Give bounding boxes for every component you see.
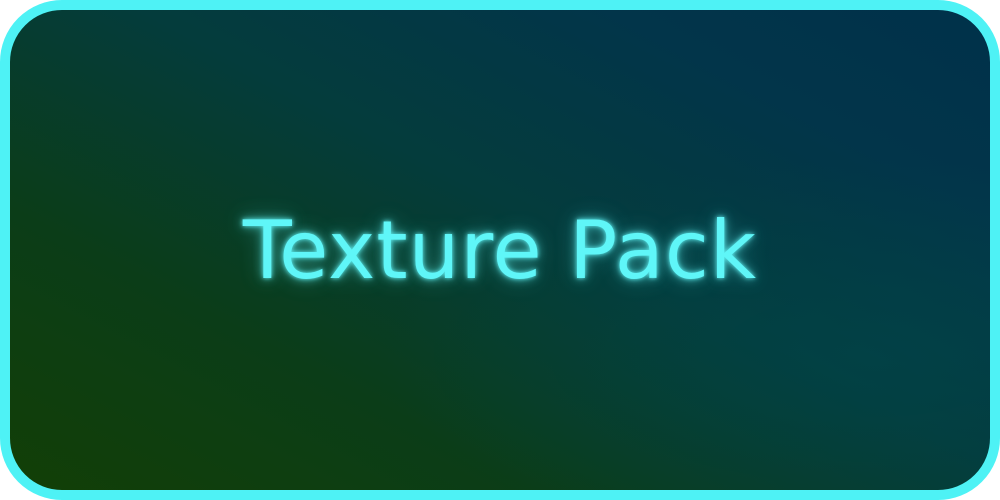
texture-pack-button[interactable]: Texture Pack [0,0,1000,500]
texture-pack-button-label: Texture Pack [242,203,758,297]
